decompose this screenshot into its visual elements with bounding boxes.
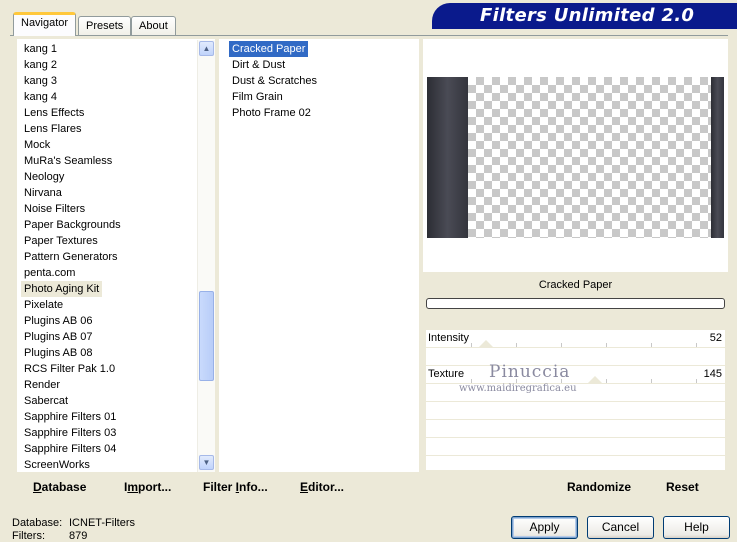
preview-texture-right [711,77,724,238]
category-item[interactable]: ScreenWorks [21,457,93,473]
scroll-up-button[interactable]: ▲ [199,41,214,56]
filter-items: Cracked Paper Dirt & Dust Dust & Scratches… [229,41,409,141]
tab-about[interactable]: About [131,16,176,36]
category-item[interactable]: Lens Effects [21,105,87,121]
watermark-url: www.maidiregrafica.eu [459,383,577,394]
tab-divider [10,35,728,36]
apply-button[interactable]: Apply [511,516,578,539]
category-item[interactable]: Plugins AB 07 [21,329,96,345]
preview-texture-left [427,77,468,238]
filter-list[interactable]: Cracked Paper Dirt & Dust Dust & Scratches… [219,39,419,472]
category-item[interactable]: Nirvana [21,185,65,201]
intensity-value: 52 [709,332,722,344]
category-item[interactable]: Sapphire Filters 03 [21,425,119,441]
scroll-down-button[interactable]: ▼ [199,455,214,470]
param-row-empty [426,420,725,438]
editor-button[interactable]: Editor... [300,480,344,494]
param-row-empty [426,438,725,456]
category-item[interactable]: Paper Textures [21,233,101,249]
category-item[interactable]: Photo Aging Kit [21,281,103,297]
tab-navigator[interactable]: Navigator [13,12,77,36]
category-item[interactable]: Lens Flares [21,121,84,137]
filter-item[interactable]: Film Grain [229,89,286,105]
banner-underline [432,27,737,29]
progress-bar [426,298,725,309]
filter-item[interactable]: Dirt & Dust [229,57,288,73]
watermark-name: Pinuccia [489,362,571,382]
category-item[interactable]: Noise Filters [21,201,88,217]
tab-presets[interactable]: Presets [78,16,132,36]
app-title-banner: Filters Unlimited 2.0 [432,3,737,27]
category-item[interactable]: Pattern Generators [21,249,121,265]
intensity-label: Intensity [428,332,469,344]
category-item[interactable]: Sabercat [21,393,71,409]
category-item[interactable]: kang 2 [21,57,60,73]
slider-ticks [426,330,725,347]
category-item[interactable]: MuRa's Seamless [21,153,115,169]
category-list[interactable]: kang 1 kang 2 kang 3 kang 4 Lens Effects Lens… [17,39,215,472]
param-row-intensity[interactable]: Intensity 52 [426,330,725,348]
database-button[interactable]: Database [33,480,86,494]
category-item[interactable]: kang 3 [21,73,60,89]
texture-slider-thumb[interactable] [587,376,603,384]
filter-info-button[interactable]: Filter Info... [203,480,268,494]
category-item[interactable]: Render [21,377,63,393]
reset-button[interactable]: Reset [666,480,699,494]
param-row-texture[interactable]: Texture 145 [426,366,725,384]
param-row-empty [426,456,725,471]
texture-label: Texture [428,368,465,380]
filter-item[interactable]: Dust & Scratches [229,73,320,89]
category-item[interactable]: penta.com [21,265,78,281]
category-item[interactable]: RCS Filter Pak 1.0 [21,361,118,377]
filter-item[interactable]: Photo Frame 02 [229,105,314,121]
slider-ticks [426,366,725,383]
scroll-thumb[interactable] [199,291,214,381]
category-item[interactable]: Sapphire Filters 04 [21,441,119,457]
intensity-slider-thumb[interactable] [478,340,494,348]
category-item[interactable]: kang 1 [21,41,60,57]
database-value: ICNET-Filters [69,517,135,529]
category-item[interactable]: Pixelate [21,297,66,313]
category-scrollbar[interactable]: ▲ ▼ [197,40,215,472]
help-button[interactable]: Help [663,516,730,539]
category-item[interactable]: Sapphire Filters 01 [21,409,119,425]
cancel-button[interactable]: Cancel [587,516,654,539]
category-item[interactable]: kang 4 [21,89,60,105]
database-label: Database: [12,517,63,529]
category-items: kang 1 kang 2 kang 3 kang 4 Lens Effects Lens… [21,41,201,471]
import-button[interactable]: Import... [124,480,171,494]
preview-transparency [468,77,711,238]
category-item[interactable]: Mock [21,137,53,153]
preview-filter-name: Cracked Paper [426,274,725,296]
param-row-empty [426,348,725,366]
category-item[interactable]: Plugins AB 06 [21,313,96,329]
category-item[interactable]: Paper Backgrounds [21,217,124,233]
filters-count-label: Filters: [12,530,45,542]
category-item[interactable]: Neology [21,169,67,185]
category-item[interactable]: Plugins AB 08 [21,345,96,361]
texture-value: 145 [703,368,722,380]
filter-preview [427,77,724,238]
param-row-empty [426,402,725,420]
randomize-button[interactable]: Randomize [567,480,631,494]
filter-item[interactable]: Cracked Paper [229,41,309,57]
filters-count-value: 879 [69,530,88,542]
